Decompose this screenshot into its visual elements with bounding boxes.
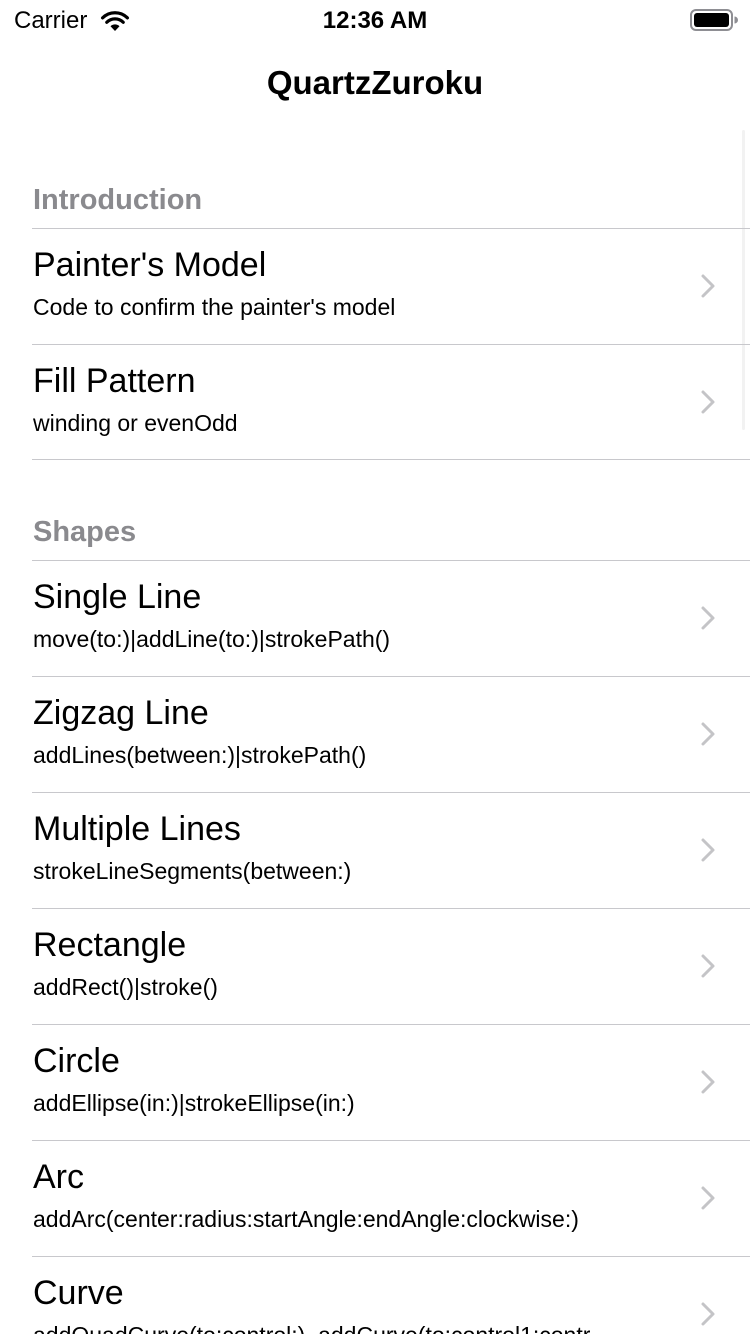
chevron-right-icon (701, 1070, 715, 1094)
status-time: 12:36 AM (322, 7, 428, 34)
row-separator (32, 908, 750, 909)
chevron-right-icon (701, 1302, 715, 1326)
list-item-arc[interactable]: Arc addArc(center:radius:startAngle:endA… (0, 1140, 750, 1256)
row-title: Multiple Lines (33, 810, 241, 848)
chevron-right-icon (701, 838, 715, 862)
list-item-zigzag-line[interactable]: Zigzag Line addLines(between:)|strokePat… (0, 676, 750, 792)
row-separator (32, 1256, 750, 1257)
list-item-multiple-lines[interactable]: Multiple Lines strokeLineSegments(betwee… (0, 792, 750, 908)
row-subtitle: addRect()|stroke() (33, 974, 218, 1000)
row-separator (32, 228, 750, 229)
row-title: Fill Pattern (33, 362, 196, 400)
chevron-right-icon (701, 274, 715, 298)
row-separator (32, 1024, 750, 1025)
section-header: Introduction (33, 184, 203, 216)
row-title: Circle (33, 1042, 120, 1080)
chevron-right-icon (701, 954, 715, 978)
row-subtitle: Code to confirm the painter's model (33, 294, 396, 320)
row-subtitle: winding or evenOdd (33, 410, 238, 436)
section-end-separator (32, 459, 750, 460)
list-item-painters-model[interactable]: Painter's Model Code to confirm the pain… (0, 228, 750, 344)
chevron-right-icon (701, 722, 715, 746)
section-header: Shapes (33, 516, 137, 548)
row-subtitle: move(to:)|addLine(to:)|strokePath() (33, 626, 391, 652)
row-separator (32, 676, 750, 677)
list-item-curve[interactable]: Curve addQuadCurve(to:control:), addCurv… (0, 1256, 750, 1334)
row-title: Single Line (33, 578, 202, 616)
row-subtitle: addLines(between:)|strokePath() (33, 742, 367, 768)
row-title: Painter's Model (33, 246, 267, 284)
row-title: Arc (33, 1158, 84, 1196)
status-bar: Carrier 12:36 AM (0, 0, 750, 40)
list-item-single-line[interactable]: Single Line move(to:)|addLine(to:)|strok… (0, 560, 750, 676)
row-subtitle: strokeLineSegments(between:) (33, 858, 352, 884)
chevron-right-icon (701, 606, 715, 630)
nav-title: QuartzZuroku (266, 64, 484, 101)
row-separator (32, 1140, 750, 1141)
row-title: Curve (33, 1274, 124, 1312)
list-item-fill-pattern[interactable]: Fill Pattern winding or evenOdd (0, 344, 750, 460)
row-separator (32, 560, 750, 561)
chevron-right-icon (701, 1186, 715, 1210)
row-subtitle: addArc(center:radius:startAngle:endAngle… (33, 1206, 579, 1232)
row-subtitle: addEllipse(in:)|strokeEllipse(in:) (33, 1090, 355, 1116)
list-item-circle[interactable]: Circle addEllipse(in:)|strokeEllipse(in:… (0, 1024, 750, 1140)
row-subtitle: addQuadCurve(to:control:), addCurve(to:c… (33, 1322, 590, 1334)
battery-icon (690, 9, 738, 31)
list-item-rectangle[interactable]: Rectangle addRect()|stroke() (0, 908, 750, 1024)
row-title: Rectangle (33, 926, 187, 964)
row-title: Zigzag Line (33, 694, 209, 732)
row-separator (32, 344, 750, 345)
chevron-right-icon (701, 390, 715, 414)
row-separator (32, 792, 750, 793)
